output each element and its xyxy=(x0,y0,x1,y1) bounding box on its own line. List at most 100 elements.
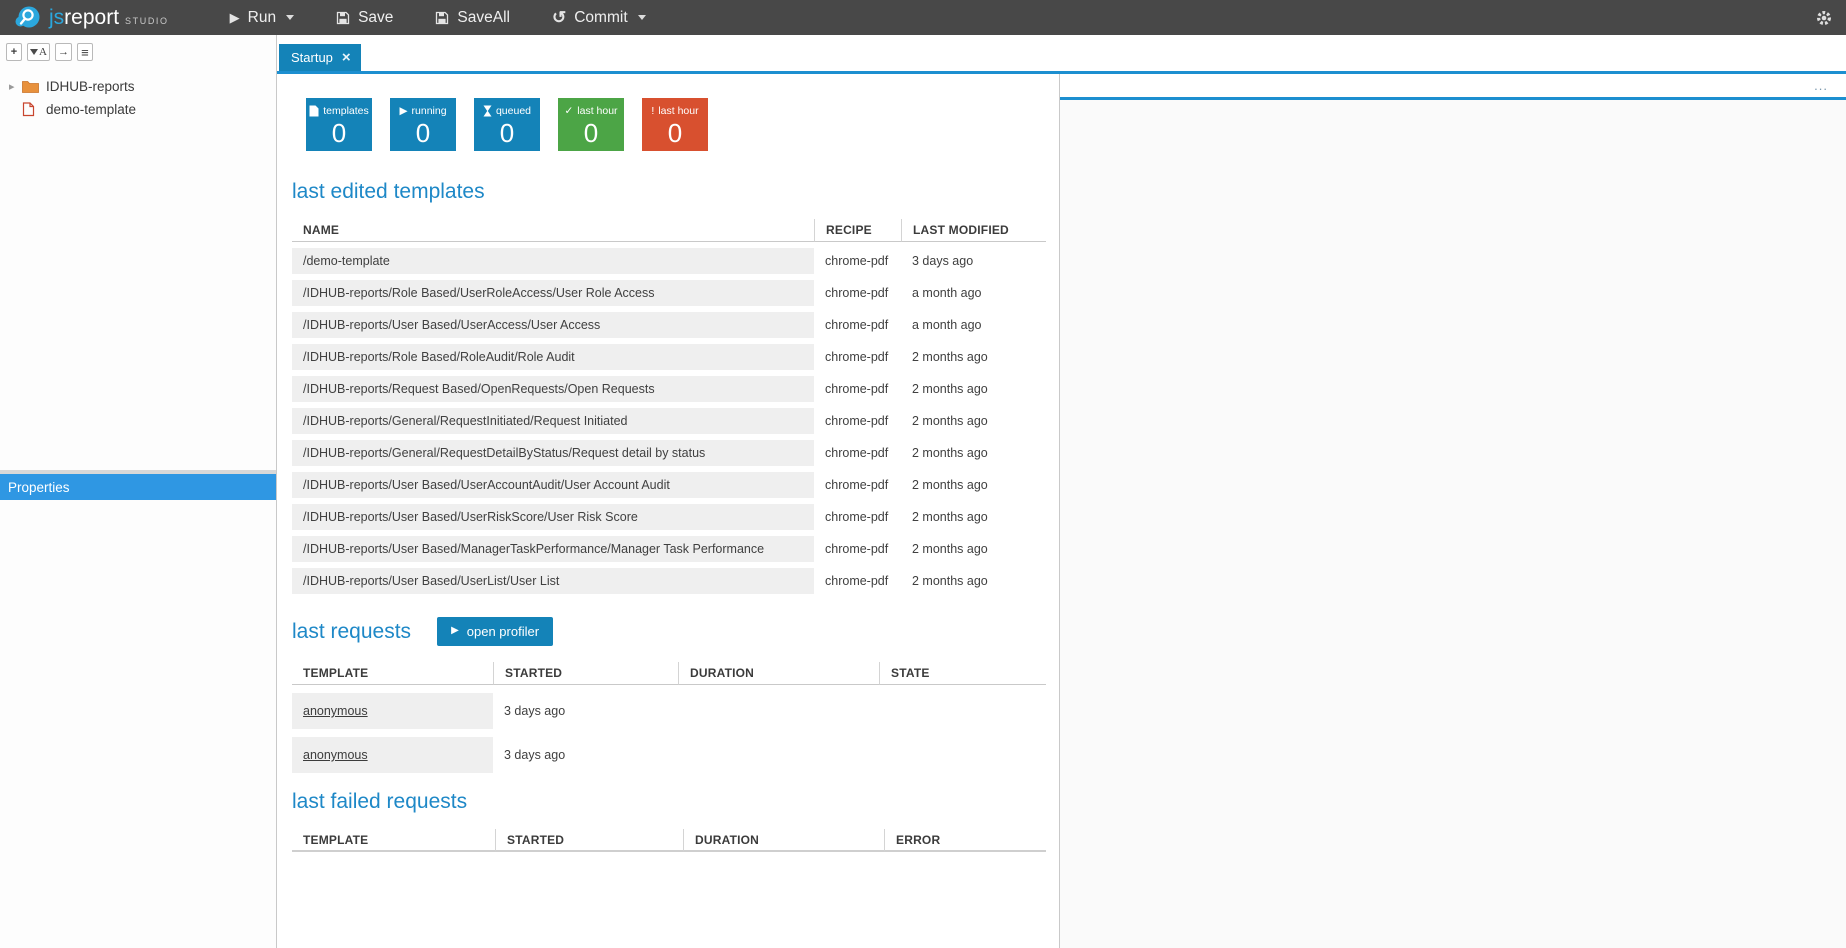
row-value-cell: chrome-pdf xyxy=(814,312,901,338)
properties-header[interactable]: Properties xyxy=(0,474,276,500)
play-icon: ▶ xyxy=(230,10,240,26)
column-header: LAST MODIFIED xyxy=(901,219,1046,242)
table-row[interactable]: /IDHUB-reports/User Based/UserAccountAud… xyxy=(292,472,1046,498)
save-all-button[interactable]: SaveAll xyxy=(414,0,531,35)
row-value-cell xyxy=(678,737,879,773)
row-value-cell: 3 days ago xyxy=(493,693,678,729)
commit-button[interactable]: ↺ Commit xyxy=(531,0,667,35)
top-bar: jsreport STUDIO ▶ Run Save xyxy=(0,0,1846,35)
table-row[interactable]: /IDHUB-reports/Request Based/OpenRequest… xyxy=(292,376,1046,402)
tree-item-demo-template[interactable]: demo-template xyxy=(0,98,276,121)
gear-icon xyxy=(1816,13,1832,30)
table-row[interactable]: /IDHUB-reports/User Based/ManagerTaskPer… xyxy=(292,536,1046,562)
table-row[interactable]: /IDHUB-reports/Role Based/RoleAudit/Role… xyxy=(292,344,1046,370)
row-value-cell: chrome-pdf xyxy=(814,408,901,434)
run-button[interactable]: ▶ Run xyxy=(209,0,315,35)
last-requests-header: last requests ▶ open profiler xyxy=(292,616,1046,646)
row-value-cell: 2 months ago xyxy=(901,472,1046,498)
table-row[interactable]: /IDHUB-reports/Role Based/UserRoleAccess… xyxy=(292,280,1046,306)
tree-menu-button[interactable]: ≡ xyxy=(77,43,93,61)
column-header: TEMPLATE xyxy=(292,662,493,685)
row-value-cell xyxy=(678,693,879,729)
chevron-right-icon[interactable]: ▸ xyxy=(9,80,22,93)
settings-button[interactable] xyxy=(1816,10,1832,31)
stat-box-running[interactable]: ▶ running 0 xyxy=(390,98,456,151)
preview-empty-area xyxy=(1060,100,1846,948)
table-row[interactable]: /IDHUB-reports/General/RequestInitiated/… xyxy=(292,408,1046,434)
editor-panes: templates 0 ▶ running 0 xyxy=(277,74,1846,948)
open-profiler-button[interactable]: ▶ open profiler xyxy=(437,617,553,646)
stat-value: 0 xyxy=(332,118,346,148)
filter-button[interactable]: A xyxy=(27,43,50,61)
row-name-cell: /IDHUB-reports/Role Based/RoleAudit/Role… xyxy=(292,344,814,370)
startup-pane: templates 0 ▶ running 0 xyxy=(277,74,1060,948)
row-value-cell: 2 months ago xyxy=(901,568,1046,594)
exclamation-icon: ! xyxy=(651,105,654,117)
table-row[interactable]: anonymous3 days ago xyxy=(292,737,1046,773)
last-requests-table: TEMPLATESTARTEDDURATIONSTATEanonymous3 d… xyxy=(292,662,1046,773)
row-value-cell: 2 months ago xyxy=(901,440,1046,466)
row-name-cell: /IDHUB-reports/User Based/UserRiskScore/… xyxy=(292,504,814,530)
column-header: RECIPE xyxy=(814,219,901,242)
play-icon: ▶ xyxy=(399,105,407,117)
last-requests-title: last requests xyxy=(292,618,411,645)
row-value-cell: chrome-pdf xyxy=(814,504,901,530)
row-value-cell: chrome-pdf xyxy=(814,376,901,402)
table-row[interactable]: /IDHUB-reports/User Based/UserRiskScore/… xyxy=(292,504,1046,530)
table-row[interactable]: /IDHUB-reports/User Based/UserAccess/Use… xyxy=(292,312,1046,338)
new-entity-button[interactable]: + xyxy=(6,43,22,61)
table-row[interactable]: /IDHUB-reports/General/RequestDetailBySt… xyxy=(292,440,1046,466)
stat-label: last hour xyxy=(577,105,617,117)
stat-value: 0 xyxy=(500,118,514,148)
table-row[interactable]: anonymous 3 days ago xyxy=(292,693,1046,729)
request-template-link[interactable]: anonymous xyxy=(303,704,368,718)
tab-startup[interactable]: Startup × xyxy=(279,44,361,71)
save-button[interactable]: Save xyxy=(315,0,414,35)
column-header: DURATION xyxy=(683,829,884,852)
chevron-down-icon xyxy=(638,15,646,20)
stat-box-queued[interactable]: queued 0 xyxy=(474,98,540,151)
preview-pane: ... xyxy=(1060,74,1846,948)
row-value-cell xyxy=(879,737,1046,773)
row-name-cell: /IDHUB-reports/Role Based/UserRoleAccess… xyxy=(292,280,814,306)
table-header-row: TEMPLATESTARTEDDURATIONERROR xyxy=(292,829,1046,852)
table-header-row: NAMERECIPELAST MODIFIED xyxy=(292,219,1046,242)
tree-item-label: IDHUB-reports xyxy=(46,79,135,94)
column-header: ERROR xyxy=(884,829,1046,852)
table-row[interactable]: /IDHUB-reports/User Based/UserList/User … xyxy=(292,568,1046,594)
stat-box-templates[interactable]: templates 0 xyxy=(306,98,372,151)
plus-icon: + xyxy=(11,46,17,58)
top-menu: ▶ Run Save xyxy=(209,0,667,35)
row-name-cell: /IDHUB-reports/General/RequestDetailBySt… xyxy=(292,440,814,466)
stat-box-failed-last-hour[interactable]: ! last hour 0 xyxy=(642,98,708,151)
column-header: TEMPLATE xyxy=(292,829,495,852)
row-value-cell: chrome-pdf xyxy=(814,280,901,306)
floppy-icon xyxy=(336,11,350,25)
row-name-cell: anonymous xyxy=(292,737,493,773)
template-file-icon xyxy=(22,102,41,117)
stat-box-success-last-hour[interactable]: ✓ last hour 0 xyxy=(558,98,624,151)
preview-menu-button[interactable]: ... xyxy=(1814,81,1828,91)
row-value-cell: chrome-pdf xyxy=(814,344,901,370)
run-label: Run xyxy=(248,9,276,27)
saveall-label: SaveAll xyxy=(457,9,510,27)
entity-tree: ▸ IDHUB-reports demo-template xyxy=(0,75,276,121)
brand-js-text: js xyxy=(49,6,64,30)
filter-icon xyxy=(30,49,38,55)
last-failed-requests-title: last failed requests xyxy=(292,788,1046,815)
column-header: STARTED xyxy=(493,662,678,685)
stat-label: queued xyxy=(496,105,531,117)
column-header: STARTED xyxy=(495,829,683,852)
arrow-right-icon: → xyxy=(58,46,69,58)
history-icon: ↺ xyxy=(552,11,566,24)
check-icon: ✓ xyxy=(564,105,573,117)
jsreport-magnifier-icon xyxy=(14,4,42,31)
jsreport-logo[interactable]: jsreport STUDIO xyxy=(14,4,169,31)
collapse-button[interactable]: → xyxy=(55,43,72,61)
properties-label: Properties xyxy=(8,480,70,495)
request-template-link[interactable]: anonymous xyxy=(303,748,368,762)
table-row[interactable]: /demo-templatechrome-pdf3 days ago xyxy=(292,248,1046,274)
close-icon[interactable]: × xyxy=(342,51,351,64)
row-name-cell: /IDHUB-reports/Request Based/OpenRequest… xyxy=(292,376,814,402)
tree-item-idhub-reports[interactable]: ▸ IDHUB-reports xyxy=(0,75,276,98)
